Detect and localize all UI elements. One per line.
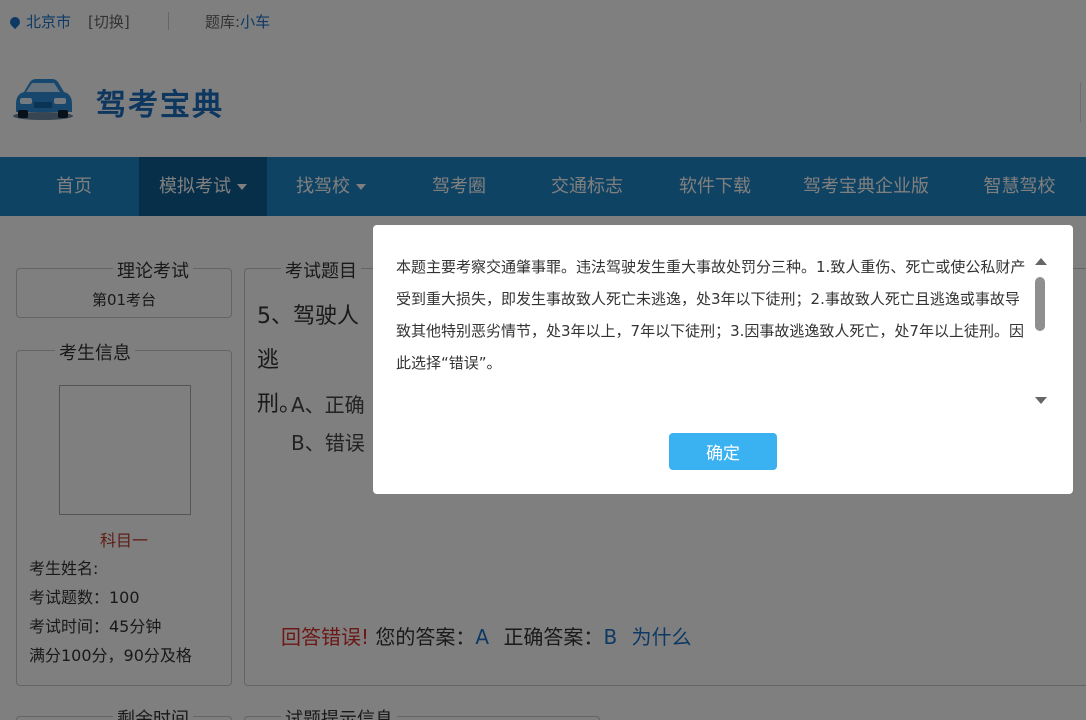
explanation-text: 本题主要考察交通肇事罪。违法驾驶发生重大事故处罚分三种。1.致人重伤、死亡或使公… <box>396 258 1026 372</box>
scroll-up-arrow-icon[interactable] <box>1035 258 1047 265</box>
explanation-dialog: 本题主要考察交通肇事罪。违法驾驶发生重大事故处罚分三种。1.致人重伤、死亡或使公… <box>373 225 1073 494</box>
confirm-button[interactable]: 确定 <box>669 433 777 470</box>
scrollbar-thumb[interactable] <box>1035 277 1045 331</box>
scroll-down-arrow-icon[interactable] <box>1035 397 1047 404</box>
